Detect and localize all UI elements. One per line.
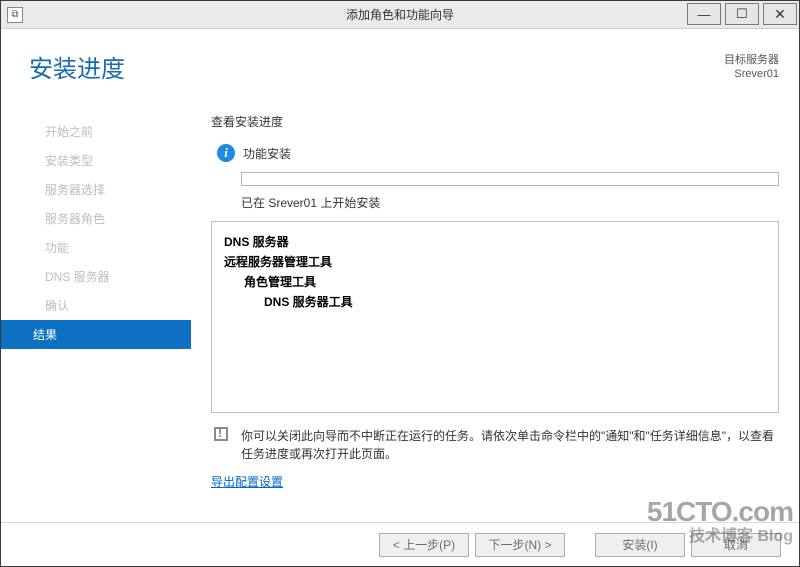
sidebar-step-features: 功能 [1,233,191,262]
main-area: 开始之前 安装类型 服务器选择 服务器角色 功能 DNS 服务器 确认 结果 查… [1,99,799,522]
prev-button[interactable]: < 上一步(P) [379,533,469,557]
sidebar-step-dns: DNS 服务器 [1,262,191,291]
note-text: 你可以关闭此向导而不中断正在运行的任务。请依次单击命令栏中的"通知"和"任务详细… [241,427,779,463]
install-button[interactable]: 安装(I) [595,533,685,557]
target-server-name: Srever01 [724,67,779,81]
features-box: DNS 服务器 远程服务器管理工具 角色管理工具 DNS 服务器工具 [211,221,779,413]
sidebar-step-server-roles: 服务器角色 [1,204,191,233]
progress-message: 已在 Srever01 上开始安装 [241,194,779,211]
page-title: 安装进度 [29,49,125,84]
info-icon: i [217,144,235,162]
feature-item: 远程服务器管理工具 [224,252,766,272]
sidebar-step-install-type: 安装类型 [1,146,191,175]
feature-item: DNS 服务器 [224,232,766,252]
footer: < 上一步(P) 下一步(N) > 安装(I) 取消 [1,522,799,566]
sidebar-step-server-select: 服务器选择 [1,175,191,204]
window-buttons: — ☐ ✕ [685,1,799,28]
minimize-button[interactable]: — [687,3,721,25]
content-pane: 查看安装进度 i 功能安装 已在 Srever01 上开始安装 DNS 服务器 … [191,99,799,522]
status-text: 功能安装 [243,145,291,162]
sidebar-step-begin: 开始之前 [1,117,191,146]
next-button[interactable]: 下一步(N) > [475,533,565,557]
note-row: ! 你可以关闭此向导而不中断正在运行的任务。请依次单击命令栏中的"通知"和"任务… [211,427,779,463]
body: 安装进度 目标服务器 Srever01 开始之前 安装类型 服务器选择 服务器角… [1,29,799,522]
feature-item: 角色管理工具 [244,272,766,292]
progress-bar [241,172,779,186]
titlebar: ⧉ 添加角色和功能向导 — ☐ ✕ [1,1,799,29]
sidebar: 开始之前 安装类型 服务器选择 服务器角色 功能 DNS 服务器 确认 结果 [1,99,191,522]
sidebar-step-result[interactable]: 结果 [1,320,191,349]
flag-icon: ! [211,427,231,451]
export-config-link[interactable]: 导出配置设置 [211,473,283,490]
close-button[interactable]: ✕ [763,3,797,25]
app-icon: ⧉ [7,7,23,23]
header-area: 安装进度 目标服务器 Srever01 [1,29,799,99]
cancel-button[interactable]: 取消 [691,533,781,557]
target-server-label: 目标服务器 [724,53,779,67]
view-progress-label: 查看安装进度 [211,113,779,130]
window-title: 添加角色和功能向导 [1,6,799,23]
target-server-info: 目标服务器 Srever01 [724,53,779,81]
feature-item: DNS 服务器工具 [264,292,766,312]
sidebar-step-confirm: 确认 [1,291,191,320]
maximize-button[interactable]: ☐ [725,3,759,25]
wizard-window: ⧉ 添加角色和功能向导 — ☐ ✕ 安装进度 目标服务器 Srever01 开始… [0,0,800,567]
status-row: i 功能安装 [217,144,779,162]
